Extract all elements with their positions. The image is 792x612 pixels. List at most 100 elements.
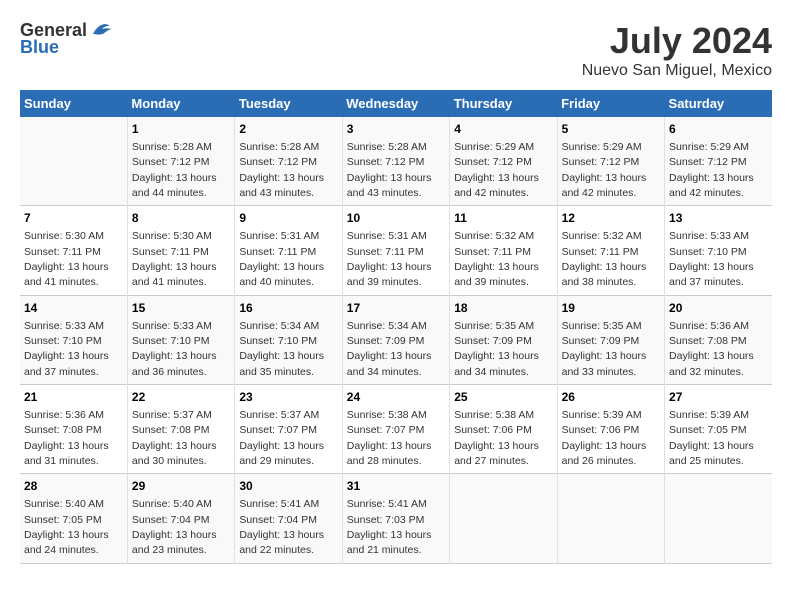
day-number: 20 [669,300,768,317]
day-number: 6 [669,121,768,138]
calendar-cell: 5 Sunrise: 5:29 AMSunset: 7:12 PMDaylight… [557,117,664,206]
calendar-cell: 20 Sunrise: 5:36 AMSunset: 7:08 PMDayligh… [665,295,772,384]
day-number: 14 [24,300,123,317]
cell-info: Sunrise: 5:29 AMSunset: 7:12 PMDaylight:… [562,141,647,199]
week-row: 1 Sunrise: 5:28 AMSunset: 7:12 PMDaylight… [20,117,772,206]
calendar-cell: 19 Sunrise: 5:35 AMSunset: 7:09 PMDayligh… [557,295,664,384]
cell-info: Sunrise: 5:33 AMSunset: 7:10 PMDaylight:… [132,320,217,378]
logo: General Blue [20,20,113,58]
cell-info: Sunrise: 5:30 AMSunset: 7:11 PMDaylight:… [132,230,217,288]
day-number: 7 [24,210,123,227]
day-number: 5 [562,121,660,138]
calendar-cell: 28Sunrise: 5:40 AMSunset: 7:05 PMDayligh… [20,474,127,563]
header-row: SundayMondayTuesdayWednesdayThursdayFrid… [20,90,772,117]
calendar-subtitle: Nuevo San Miguel, Mexico [582,62,772,80]
day-number: 19 [562,300,660,317]
week-row: 28Sunrise: 5:40 AMSunset: 7:05 PMDayligh… [20,474,772,563]
col-header-wednesday: Wednesday [342,90,449,117]
cell-info: Sunrise: 5:33 AMSunset: 7:10 PMDaylight:… [669,230,754,288]
week-row: 7 Sunrise: 5:30 AMSunset: 7:11 PMDaylight… [20,206,772,295]
day-number: 26 [562,389,660,406]
page-header: General Blue July 2024 Nuevo San Miguel,… [20,20,772,80]
day-number: 16 [239,300,337,317]
calendar-cell: 3 Sunrise: 5:28 AMSunset: 7:12 PMDaylight… [342,117,449,206]
day-number: 12 [562,210,660,227]
cell-info: Sunrise: 5:29 AMSunset: 7:12 PMDaylight:… [669,141,754,199]
calendar-cell: 23Sunrise: 5:37 AMSunset: 7:07 PMDayligh… [235,385,342,474]
cell-info: Sunrise: 5:39 AMSunset: 7:06 PMDaylight:… [562,409,647,467]
calendar-cell [557,474,664,563]
cell-info: Sunrise: 5:39 AMSunset: 7:05 PMDaylight:… [669,409,754,467]
cell-info: Sunrise: 5:28 AMSunset: 7:12 PMDaylight:… [132,141,217,199]
day-number: 11 [454,210,552,227]
col-header-thursday: Thursday [450,90,557,117]
cell-info: Sunrise: 5:35 AMSunset: 7:09 PMDaylight:… [454,320,539,378]
cell-info: Sunrise: 5:32 AMSunset: 7:11 PMDaylight:… [454,230,539,288]
col-header-sunday: Sunday [20,90,127,117]
calendar-table: SundayMondayTuesdayWednesdayThursdayFrid… [20,90,772,564]
day-number: 18 [454,300,552,317]
cell-info: Sunrise: 5:28 AMSunset: 7:12 PMDaylight:… [239,141,324,199]
day-number: 2 [239,121,337,138]
calendar-cell: 6 Sunrise: 5:29 AMSunset: 7:12 PMDaylight… [665,117,772,206]
cell-info: Sunrise: 5:33 AMSunset: 7:10 PMDaylight:… [24,320,109,378]
calendar-cell: 12 Sunrise: 5:32 AMSunset: 7:11 PMDayligh… [557,206,664,295]
cell-info: Sunrise: 5:41 AMSunset: 7:03 PMDaylight:… [347,498,432,556]
calendar-cell: 1 Sunrise: 5:28 AMSunset: 7:12 PMDaylight… [127,117,234,206]
calendar-cell: 22 Sunrise: 5:37 AMSunset: 7:08 PMDayligh… [127,385,234,474]
week-row: 14 Sunrise: 5:33 AMSunset: 7:10 PMDayligh… [20,295,772,384]
day-number: 24 [347,389,445,406]
calendar-cell [665,474,772,563]
cell-info: Sunrise: 5:34 AMSunset: 7:10 PMDaylight:… [239,320,324,378]
calendar-cell [450,474,557,563]
calendar-cell: 29 Sunrise: 5:40 AMSunset: 7:04 PMDayligh… [127,474,234,563]
cell-info: Sunrise: 5:38 AMSunset: 7:07 PMDaylight:… [347,409,432,467]
calendar-cell: 27 Sunrise: 5:39 AMSunset: 7:05 PMDayligh… [665,385,772,474]
cell-info: Sunrise: 5:37 AMSunset: 7:07 PMDaylight:… [239,409,324,467]
day-number: 9 [239,210,337,227]
cell-info: Sunrise: 5:36 AMSunset: 7:08 PMDaylight:… [669,320,754,378]
cell-info: Sunrise: 5:40 AMSunset: 7:04 PMDaylight:… [132,498,217,556]
day-number: 4 [454,121,552,138]
cell-info: Sunrise: 5:41 AMSunset: 7:04 PMDaylight:… [239,498,324,556]
calendar-cell: 7 Sunrise: 5:30 AMSunset: 7:11 PMDaylight… [20,206,127,295]
title-block: July 2024 Nuevo San Miguel, Mexico [582,20,772,80]
col-header-monday: Monday [127,90,234,117]
calendar-cell: 11 Sunrise: 5:32 AMSunset: 7:11 PMDayligh… [450,206,557,295]
cell-info: Sunrise: 5:32 AMSunset: 7:11 PMDaylight:… [562,230,647,288]
day-number: 29 [132,478,230,495]
day-number: 30 [239,478,337,495]
day-number: 25 [454,389,552,406]
cell-info: Sunrise: 5:30 AMSunset: 7:11 PMDaylight:… [24,230,109,288]
cell-info: Sunrise: 5:29 AMSunset: 7:12 PMDaylight:… [454,141,539,199]
calendar-cell: 18 Sunrise: 5:35 AMSunset: 7:09 PMDayligh… [450,295,557,384]
cell-info: Sunrise: 5:36 AMSunset: 7:08 PMDaylight:… [24,409,109,467]
calendar-cell: 21 Sunrise: 5:36 AMSunset: 7:08 PMDayligh… [20,385,127,474]
col-header-tuesday: Tuesday [235,90,342,117]
cell-info: Sunrise: 5:34 AMSunset: 7:09 PMDaylight:… [347,320,432,378]
calendar-cell: 17 Sunrise: 5:34 AMSunset: 7:09 PMDayligh… [342,295,449,384]
day-number: 27 [669,389,768,406]
calendar-cell: 15Sunrise: 5:33 AMSunset: 7:10 PMDayligh… [127,295,234,384]
calendar-cell: 30 Sunrise: 5:41 AMSunset: 7:04 PMDayligh… [235,474,342,563]
day-number: 22 [132,389,230,406]
calendar-cell: 9Sunrise: 5:31 AMSunset: 7:11 PMDaylight… [235,206,342,295]
calendar-cell: 8 Sunrise: 5:30 AMSunset: 7:11 PMDaylight… [127,206,234,295]
day-number: 17 [347,300,445,317]
calendar-cell: 13 Sunrise: 5:33 AMSunset: 7:10 PMDayligh… [665,206,772,295]
day-number: 8 [132,210,230,227]
calendar-title: July 2024 [582,20,772,62]
cell-info: Sunrise: 5:37 AMSunset: 7:08 PMDaylight:… [132,409,217,467]
cell-info: Sunrise: 5:35 AMSunset: 7:09 PMDaylight:… [562,320,647,378]
calendar-cell: 4 Sunrise: 5:29 AMSunset: 7:12 PMDaylight… [450,117,557,206]
day-number: 3 [347,121,445,138]
calendar-cell: 2 Sunrise: 5:28 AMSunset: 7:12 PMDaylight… [235,117,342,206]
day-number: 21 [24,389,123,406]
day-number: 31 [347,478,445,495]
calendar-cell: 26 Sunrise: 5:39 AMSunset: 7:06 PMDayligh… [557,385,664,474]
day-number: 10 [347,210,445,227]
day-number: 13 [669,210,768,227]
day-number: 1 [132,121,230,138]
cell-info: Sunrise: 5:28 AMSunset: 7:12 PMDaylight:… [347,141,432,199]
col-header-saturday: Saturday [665,90,772,117]
